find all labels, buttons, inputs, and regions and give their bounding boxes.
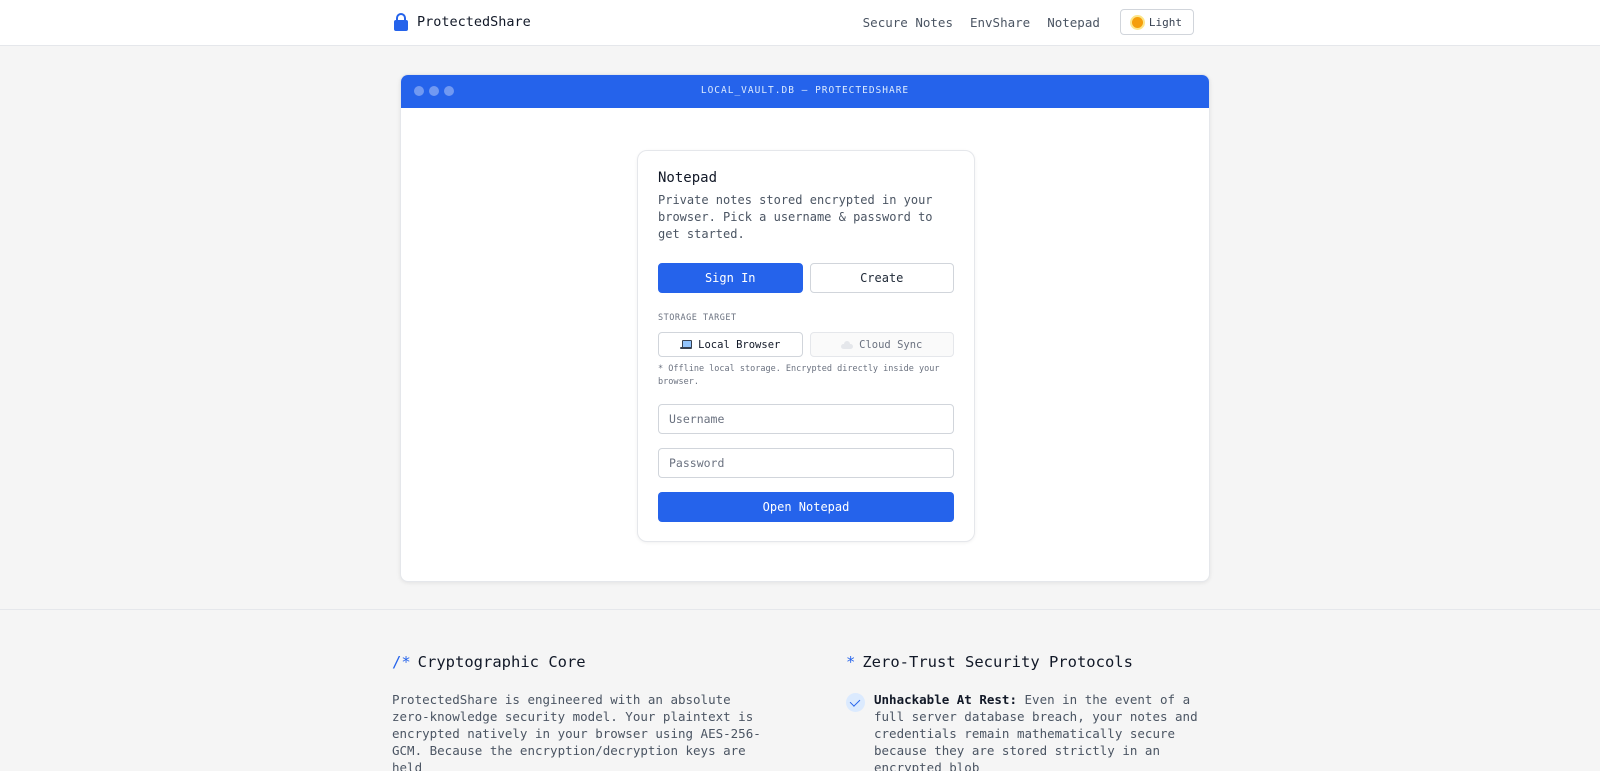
check-icon [846,693,865,712]
feature-item: Unhackable At Rest: Even in the event of… [846,691,1216,771]
brand[interactable]: ProtectedShare [393,12,531,32]
zero-trust-heading: * Zero-Trust Security Protocols [846,653,1216,671]
feature-text: Unhackable At Rest: Even in the event of… [874,691,1216,771]
storage-target-selector: Local Browser Cloud Sync [658,332,954,357]
create-tab[interactable]: Create [809,263,954,293]
storage-local-button[interactable]: Local Browser [658,332,803,357]
storage-local-label: Local Browser [698,338,781,351]
zero-trust-column: * Zero-Trust Security Protocols Unhackab… [846,653,1216,771]
zero-trust-title: Zero-Trust Security Protocols [862,653,1133,671]
window-titlebar: LOCAL_VAULT.DB — PROTECTEDSHARE [401,75,1209,108]
password-input[interactable] [658,448,954,478]
main-nav: Secure Notes EnvShare Notepad Light [863,9,1194,35]
crypto-core-body: ProtectedShare is engineered with an abs… [392,692,761,771]
open-notepad-button[interactable]: Open Notepad [658,492,954,522]
username-input[interactable] [658,404,954,434]
auth-mode-tabs: Sign In Create [658,263,954,293]
top-navbar: ProtectedShare Secure Notes EnvShare Not… [0,0,1600,46]
vault-window: LOCAL_VAULT.DB — PROTECTEDSHARE Notepad … [400,74,1210,582]
card-title: Notepad [658,170,718,186]
storage-target-label: STORAGE TARGET [658,313,737,323]
storage-cloud-button[interactable]: Cloud Sync [809,332,954,357]
feature-title: Unhackable At Rest: [874,692,1017,707]
heading-prefix: * [846,653,856,671]
brand-name: ProtectedShare [417,14,531,30]
theme-toggle-label: Light [1148,15,1182,29]
nav-envshare[interactable]: EnvShare [970,15,1030,30]
sign-in-tab[interactable]: Sign In [658,263,803,293]
card-description: Private notes stored encrypted in your b… [658,193,933,241]
sun-icon [1131,16,1143,28]
storage-cloud-label: Cloud Sync [859,338,923,351]
laptop-icon [680,340,693,349]
storage-hint: * Offline local storage. Encrypted direc… [658,364,940,387]
window-title: LOCAL_VAULT.DB — PROTECTEDSHARE [700,85,910,96]
theme-toggle-button[interactable]: Light [1119,9,1194,35]
crypto-core-column: /* Cryptographic Core ProtectedShare is … [392,653,772,771]
nav-notepad[interactable]: Notepad [1047,15,1100,30]
notepad-auth-card: Notepad Private notes stored encrypted i… [637,150,975,542]
crypto-core-heading: /* Cryptographic Core [392,653,772,671]
lock-icon [393,12,409,32]
heading-prefix: /* [392,653,411,671]
cloud-icon [841,340,854,349]
crypto-core-title: Cryptographic Core [417,653,586,671]
nav-secure-notes[interactable]: Secure Notes [863,15,953,30]
info-section: /* Cryptographic Core ProtectedShare is … [0,609,1600,771]
